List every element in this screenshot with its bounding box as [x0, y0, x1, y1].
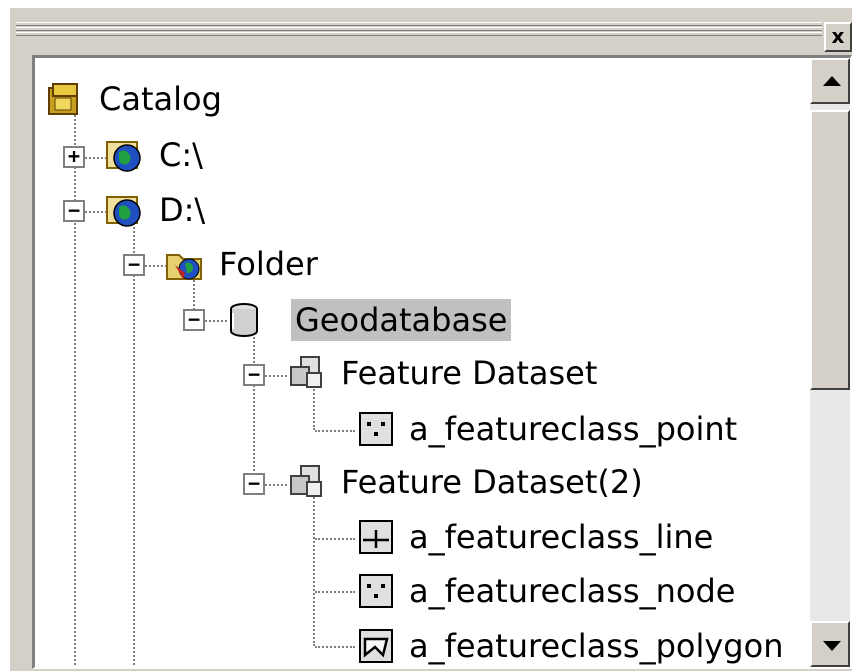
- feature-dataset-icon[interactable]: [287, 355, 325, 393]
- title-grip[interactable]: [16, 22, 822, 38]
- scroll-thumb[interactable]: [810, 110, 850, 390]
- point-featureclass-icon[interactable]: [357, 572, 395, 610]
- point-featureclass-icon[interactable]: [357, 410, 395, 448]
- collapse-toggle-feature-dataset[interactable]: −: [243, 364, 265, 386]
- folder-icon[interactable]: [165, 245, 203, 283]
- tree-node-c-drive[interactable]: C:\: [155, 134, 207, 176]
- arrow-down-icon: [823, 641, 841, 651]
- tree-node-d-drive[interactable]: D:\: [155, 189, 209, 231]
- catalog-icon[interactable]: [45, 80, 83, 118]
- scroll-up-button[interactable]: [810, 58, 850, 104]
- tree-content: + − − − − − Catalog C:\ D:\ Folder Geoda…: [35, 58, 810, 667]
- feature-dataset-icon[interactable]: [287, 464, 325, 502]
- tree-node-geodatabase[interactable]: Geodatabase: [291, 299, 512, 341]
- collapse-toggle-feature-dataset-2[interactable]: −: [243, 473, 265, 495]
- tree-node-featureclass-polygon[interactable]: a_featureclass_polygon: [405, 625, 787, 667]
- tree-node-feature-dataset-2[interactable]: Feature Dataset(2): [337, 461, 647, 503]
- catalog-window: x + − − − − − Catalog C:\ D:\ Folder Geo…: [10, 8, 852, 671]
- tree-node-featureclass-line[interactable]: a_featureclass_line: [405, 516, 717, 558]
- expand-toggle-c-drive[interactable]: +: [63, 146, 85, 168]
- collapse-toggle-d-drive[interactable]: −: [63, 200, 85, 222]
- tree-node-catalog[interactable]: Catalog: [95, 78, 226, 120]
- tree-node-folder[interactable]: Folder: [215, 243, 322, 285]
- line-featureclass-icon[interactable]: [357, 518, 395, 556]
- scroll-down-button[interactable]: [810, 621, 850, 667]
- arrow-up-icon: [823, 76, 841, 86]
- geodatabase-icon[interactable]: [225, 301, 263, 339]
- vertical-scrollbar[interactable]: [810, 58, 850, 667]
- close-button[interactable]: x: [824, 22, 852, 52]
- polygon-featureclass-icon[interactable]: [357, 627, 395, 665]
- collapse-toggle-folder[interactable]: −: [123, 254, 145, 276]
- tree-node-featureclass-node[interactable]: a_featureclass_node: [405, 570, 739, 612]
- tree-node-featureclass-point[interactable]: a_featureclass_point: [405, 408, 741, 450]
- tree-node-feature-dataset[interactable]: Feature Dataset: [337, 352, 601, 394]
- drive-icon[interactable]: [105, 191, 143, 229]
- collapse-toggle-geodatabase[interactable]: −: [183, 309, 205, 331]
- catalog-tree: + − − − − − Catalog C:\ D:\ Folder Geoda…: [32, 55, 852, 669]
- drive-icon[interactable]: [105, 136, 143, 174]
